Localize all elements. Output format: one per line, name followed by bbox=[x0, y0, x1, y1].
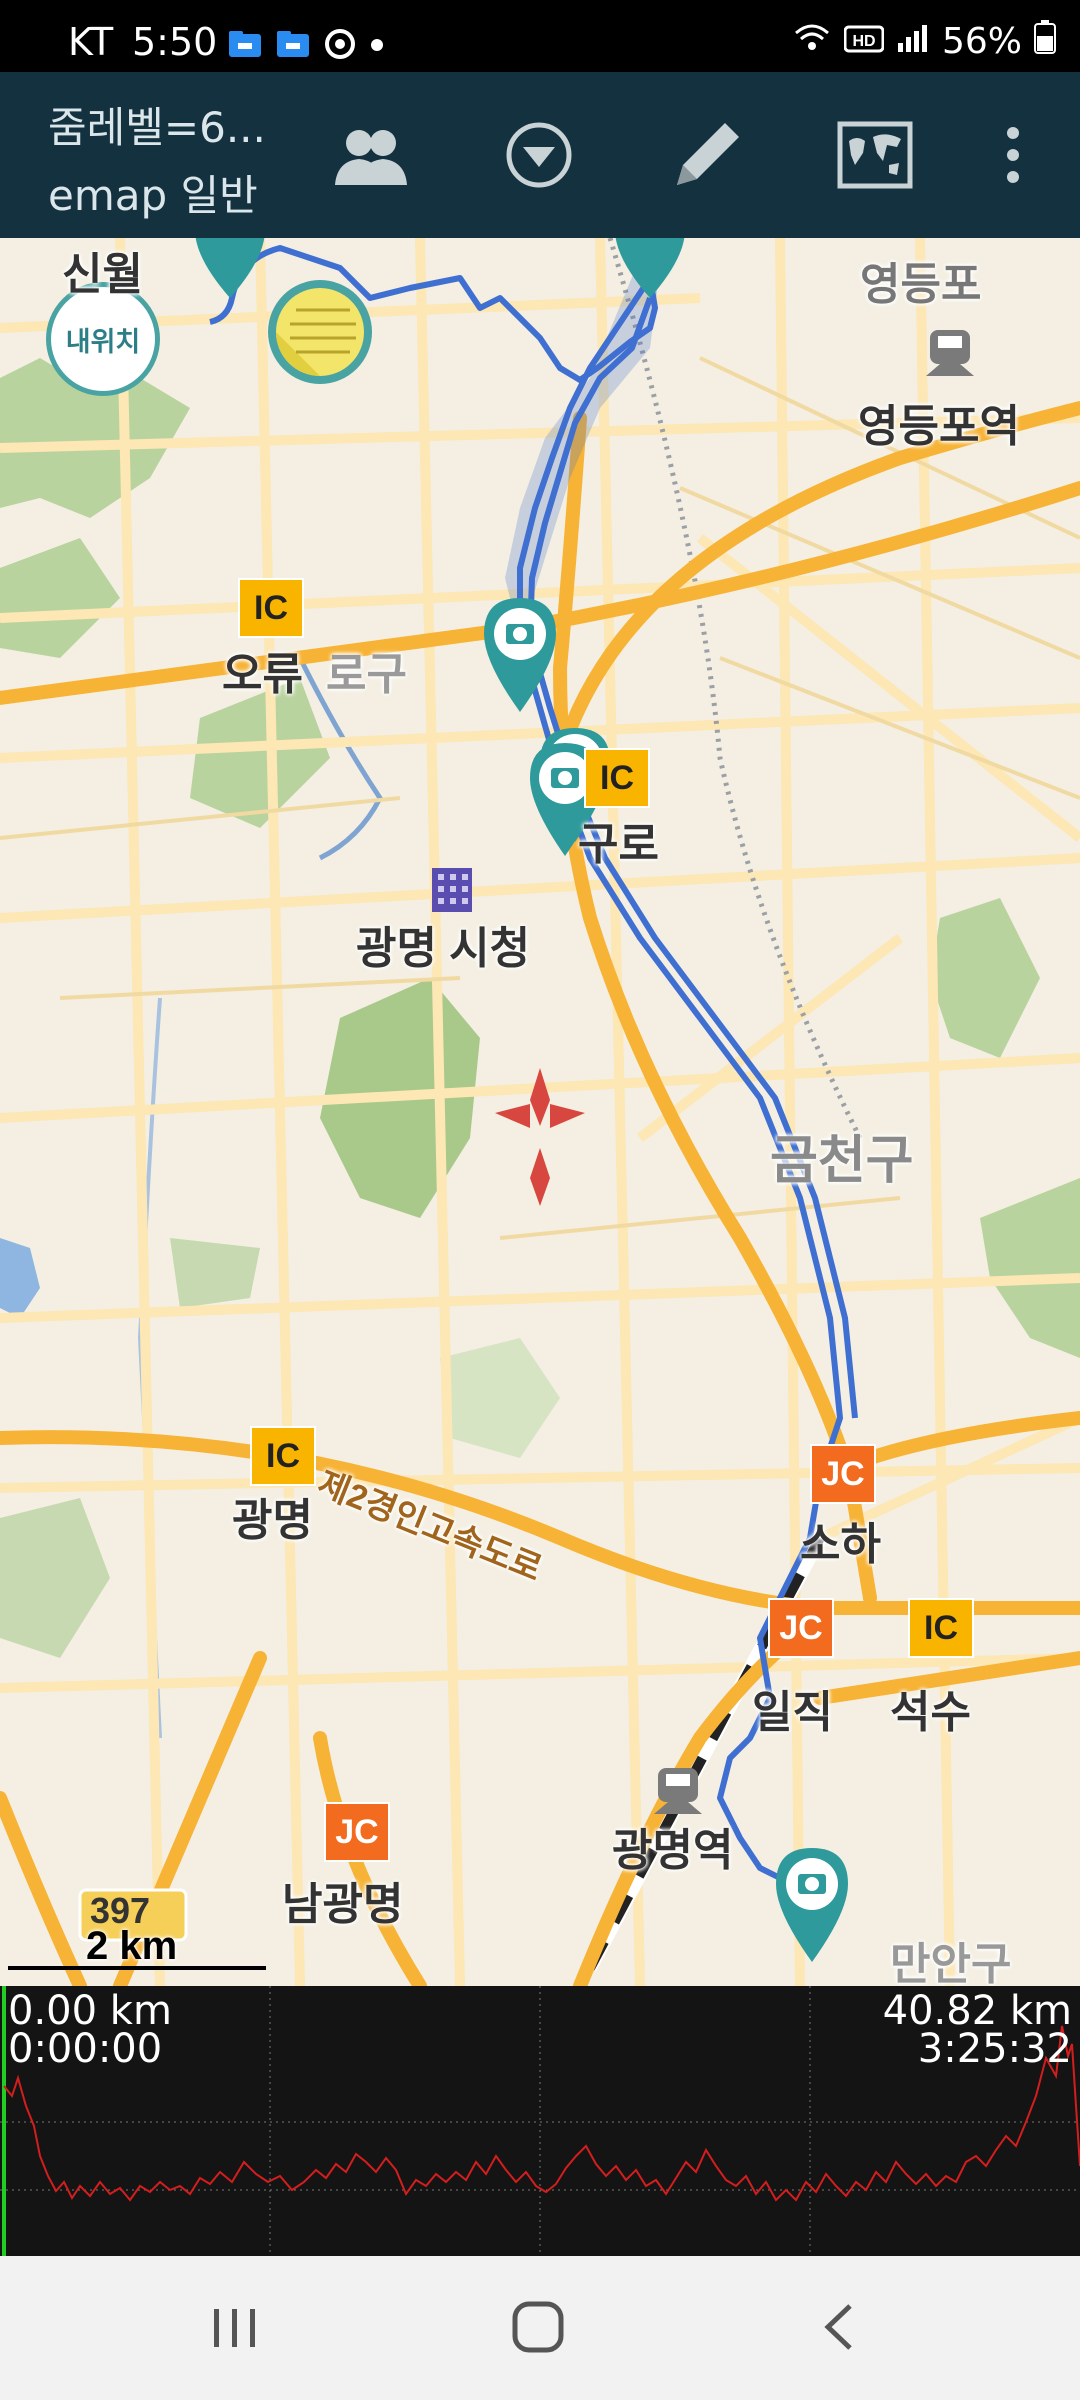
jc-badge-iljik: JC bbox=[768, 1598, 834, 1658]
more-icon bbox=[1003, 125, 1023, 189]
label-sinwol: 신월 bbox=[62, 250, 143, 299]
start-time: 0:00:00 bbox=[8, 2026, 163, 2072]
group-icon bbox=[331, 115, 411, 199]
carrier-label: KT bbox=[68, 20, 114, 64]
photo-pin-icon bbox=[776, 1848, 848, 1962]
label-geumcheon-gu: 금천구 bbox=[770, 1132, 914, 1190]
recent-apps-button[interactable] bbox=[194, 2296, 274, 2362]
dropdown-icon bbox=[503, 119, 575, 195]
home-button[interactable] bbox=[498, 2296, 578, 2362]
label-iljik: 일직 bbox=[752, 1688, 833, 1737]
label-gwangmyeong-cityhall: 광명 시청 bbox=[356, 924, 531, 973]
dot-icon bbox=[370, 37, 384, 56]
memo-marker-icon bbox=[268, 280, 372, 384]
label-yeongdeungpo-station: 영등포역 bbox=[858, 402, 1020, 451]
label-guro-gu: 로구 bbox=[326, 650, 407, 699]
start-distance: 0.00 km bbox=[8, 1988, 172, 2034]
signal-icon bbox=[896, 21, 930, 62]
city-hall-icon bbox=[432, 868, 472, 912]
clock: 5:50 bbox=[132, 20, 218, 64]
world-map-icon bbox=[837, 121, 913, 193]
label-oryu: 오류 bbox=[222, 650, 303, 699]
wifi-icon bbox=[792, 21, 832, 62]
jc-badge-namgwangmyeong: JC bbox=[324, 1802, 390, 1862]
ic-badge-seoksu: IC bbox=[908, 1598, 974, 1658]
folder-icon bbox=[228, 30, 262, 62]
battery-percent: 56% bbox=[941, 21, 1022, 62]
end-time: 3:25:32 bbox=[917, 2026, 1072, 2072]
system-nav-bar bbox=[0, 2256, 1080, 2400]
status-bar: KT 5:50 HD 56% bbox=[0, 0, 1080, 72]
zoom-level-title[interactable]: 줌레벨=6... bbox=[48, 94, 266, 155]
map-view[interactable]: 내위치 신월 영등포 영등포역 오류 로구 구로 광명 시청 금천구 광명 제2… bbox=[0, 238, 1080, 1986]
svg-text:HD: HD bbox=[852, 33, 875, 50]
notification-icons bbox=[228, 28, 384, 64]
pencil-icon bbox=[665, 113, 749, 201]
sync-icon bbox=[324, 28, 356, 64]
folder-icon bbox=[276, 30, 310, 62]
train-station-icon bbox=[926, 330, 974, 376]
elevation-profile[interactable]: 0.00 km 0:00:00 40.82 km 3:25:32 bbox=[0, 1986, 1080, 2256]
end-distance: 40.82 km bbox=[882, 1988, 1072, 2034]
home-icon bbox=[511, 2300, 565, 2358]
ic-badge-gwangmyeong: IC bbox=[250, 1426, 316, 1486]
hd-icon: HD bbox=[843, 21, 885, 62]
label-gwangmyeong-station: 광명역 bbox=[612, 1826, 734, 1875]
ic-badge-guro: IC bbox=[584, 748, 650, 808]
map-select-button[interactable] bbox=[830, 112, 920, 202]
scale-line bbox=[8, 1966, 266, 1970]
label-guro: 구로 bbox=[578, 820, 659, 869]
elevation-end: 40.82 km 3:25:32 bbox=[882, 1988, 1072, 2072]
group-button[interactable] bbox=[326, 112, 416, 202]
elevation-start: 0.00 km 0:00:00 bbox=[8, 1988, 172, 2072]
back-button[interactable] bbox=[800, 2296, 880, 2362]
photo-pin-icon bbox=[615, 238, 685, 298]
map-type-title[interactable]: emap 일반 bbox=[48, 162, 258, 223]
dropdown-button[interactable] bbox=[494, 112, 584, 202]
back-icon bbox=[820, 2302, 860, 2356]
label-gwangmyeong: 광명 bbox=[232, 1496, 313, 1545]
ic-badge-oryu: IC bbox=[238, 578, 304, 638]
scale-label: 2 km bbox=[86, 1924, 178, 1968]
edit-button[interactable] bbox=[662, 112, 752, 202]
recent-apps-icon bbox=[208, 2305, 260, 2353]
label-seoksu: 석수 bbox=[890, 1688, 971, 1737]
jc-badge-soha: JC bbox=[810, 1444, 876, 1504]
label-namgwangmyeong: 남광명 bbox=[282, 1880, 404, 1929]
label-anyang: 만안구 bbox=[890, 1940, 1012, 1986]
photo-pin-icon bbox=[195, 238, 265, 298]
battery-icon bbox=[1034, 20, 1056, 63]
scale-bar: 2 km bbox=[8, 1924, 268, 1970]
app-toolbar: 줌레벨=6... emap 일반 bbox=[0, 72, 1080, 238]
more-button[interactable] bbox=[968, 112, 1058, 202]
label-soha: 소하 bbox=[800, 1520, 881, 1569]
label-yeongdeungpo-gu: 영등포 bbox=[860, 260, 982, 309]
